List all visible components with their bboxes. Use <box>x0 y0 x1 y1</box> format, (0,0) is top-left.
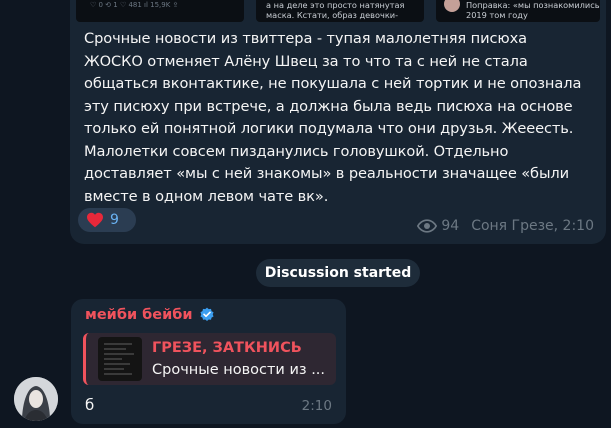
post-meta: 94 Соня Грезе, 2:10 <box>417 218 594 234</box>
message-time: 2:10 <box>301 398 332 414</box>
tweet-avatar <box>444 0 460 12</box>
eye-icon <box>417 219 438 233</box>
avatar-image <box>14 377 58 421</box>
sender-name-row[interactable]: мейби бейби <box>85 307 215 323</box>
media-thumbnail[interactable]: Поправка: «мы познакомились в 2019 том г… <box>436 0 600 22</box>
heart-icon <box>87 212 103 228</box>
tweet-stats: ♡ 0 ⟲ 1 ♡ 481 ıl 15,9K ⇪ <box>90 1 179 9</box>
verified-icon <box>200 307 214 321</box>
message-text: б <box>85 396 95 414</box>
post-signature: Соня Грезе, 2:10 <box>471 218 594 234</box>
reaction-button[interactable]: 9 <box>78 208 136 232</box>
sender-name: мейби бейби <box>85 307 193 323</box>
reaction-count: 9 <box>110 212 119 228</box>
comment-message[interactable]: мейби бейби ГРЕЗЕ, ЗАТКНИСЬ Срочные ново… <box>71 299 346 424</box>
media-thumbnail[interactable]: а на деле это просто натянутая маска. Кс… <box>256 0 424 22</box>
media-thumbnail[interactable]: ♡ 0 ⟲ 1 ♡ 481 ıl 15,9K ⇪ <box>76 0 244 22</box>
tweet-text: Поправка: «мы познакомились в 2019 том г… <box>466 0 600 20</box>
media-preview-strip: ♡ 0 ⟲ 1 ♡ 481 ıl 15,9K ⇪ а на деле это п… <box>70 0 606 22</box>
views-count: 94 <box>441 218 460 234</box>
quote-text: Срочные новости из ... <box>152 362 326 378</box>
post-text: Срочные новости из твиттера - тупая мало… <box>84 30 582 205</box>
quote-thumbnail <box>98 337 142 381</box>
avatar[interactable] <box>14 377 58 421</box>
discussion-started-label: Discussion started <box>256 259 420 287</box>
channel-post[interactable]: ♡ 0 ⟲ 1 ♡ 481 ıl 15,9K ⇪ а на деле это п… <box>70 0 606 244</box>
reply-quote[interactable]: ГРЕЗЕ, ЗАТКНИСЬ Срочные новости из ... <box>83 333 336 385</box>
quote-title: ГРЕЗЕ, ЗАТКНИСЬ <box>152 340 302 356</box>
tweet-text: а на деле это просто натянутая маска. Кс… <box>266 0 405 20</box>
